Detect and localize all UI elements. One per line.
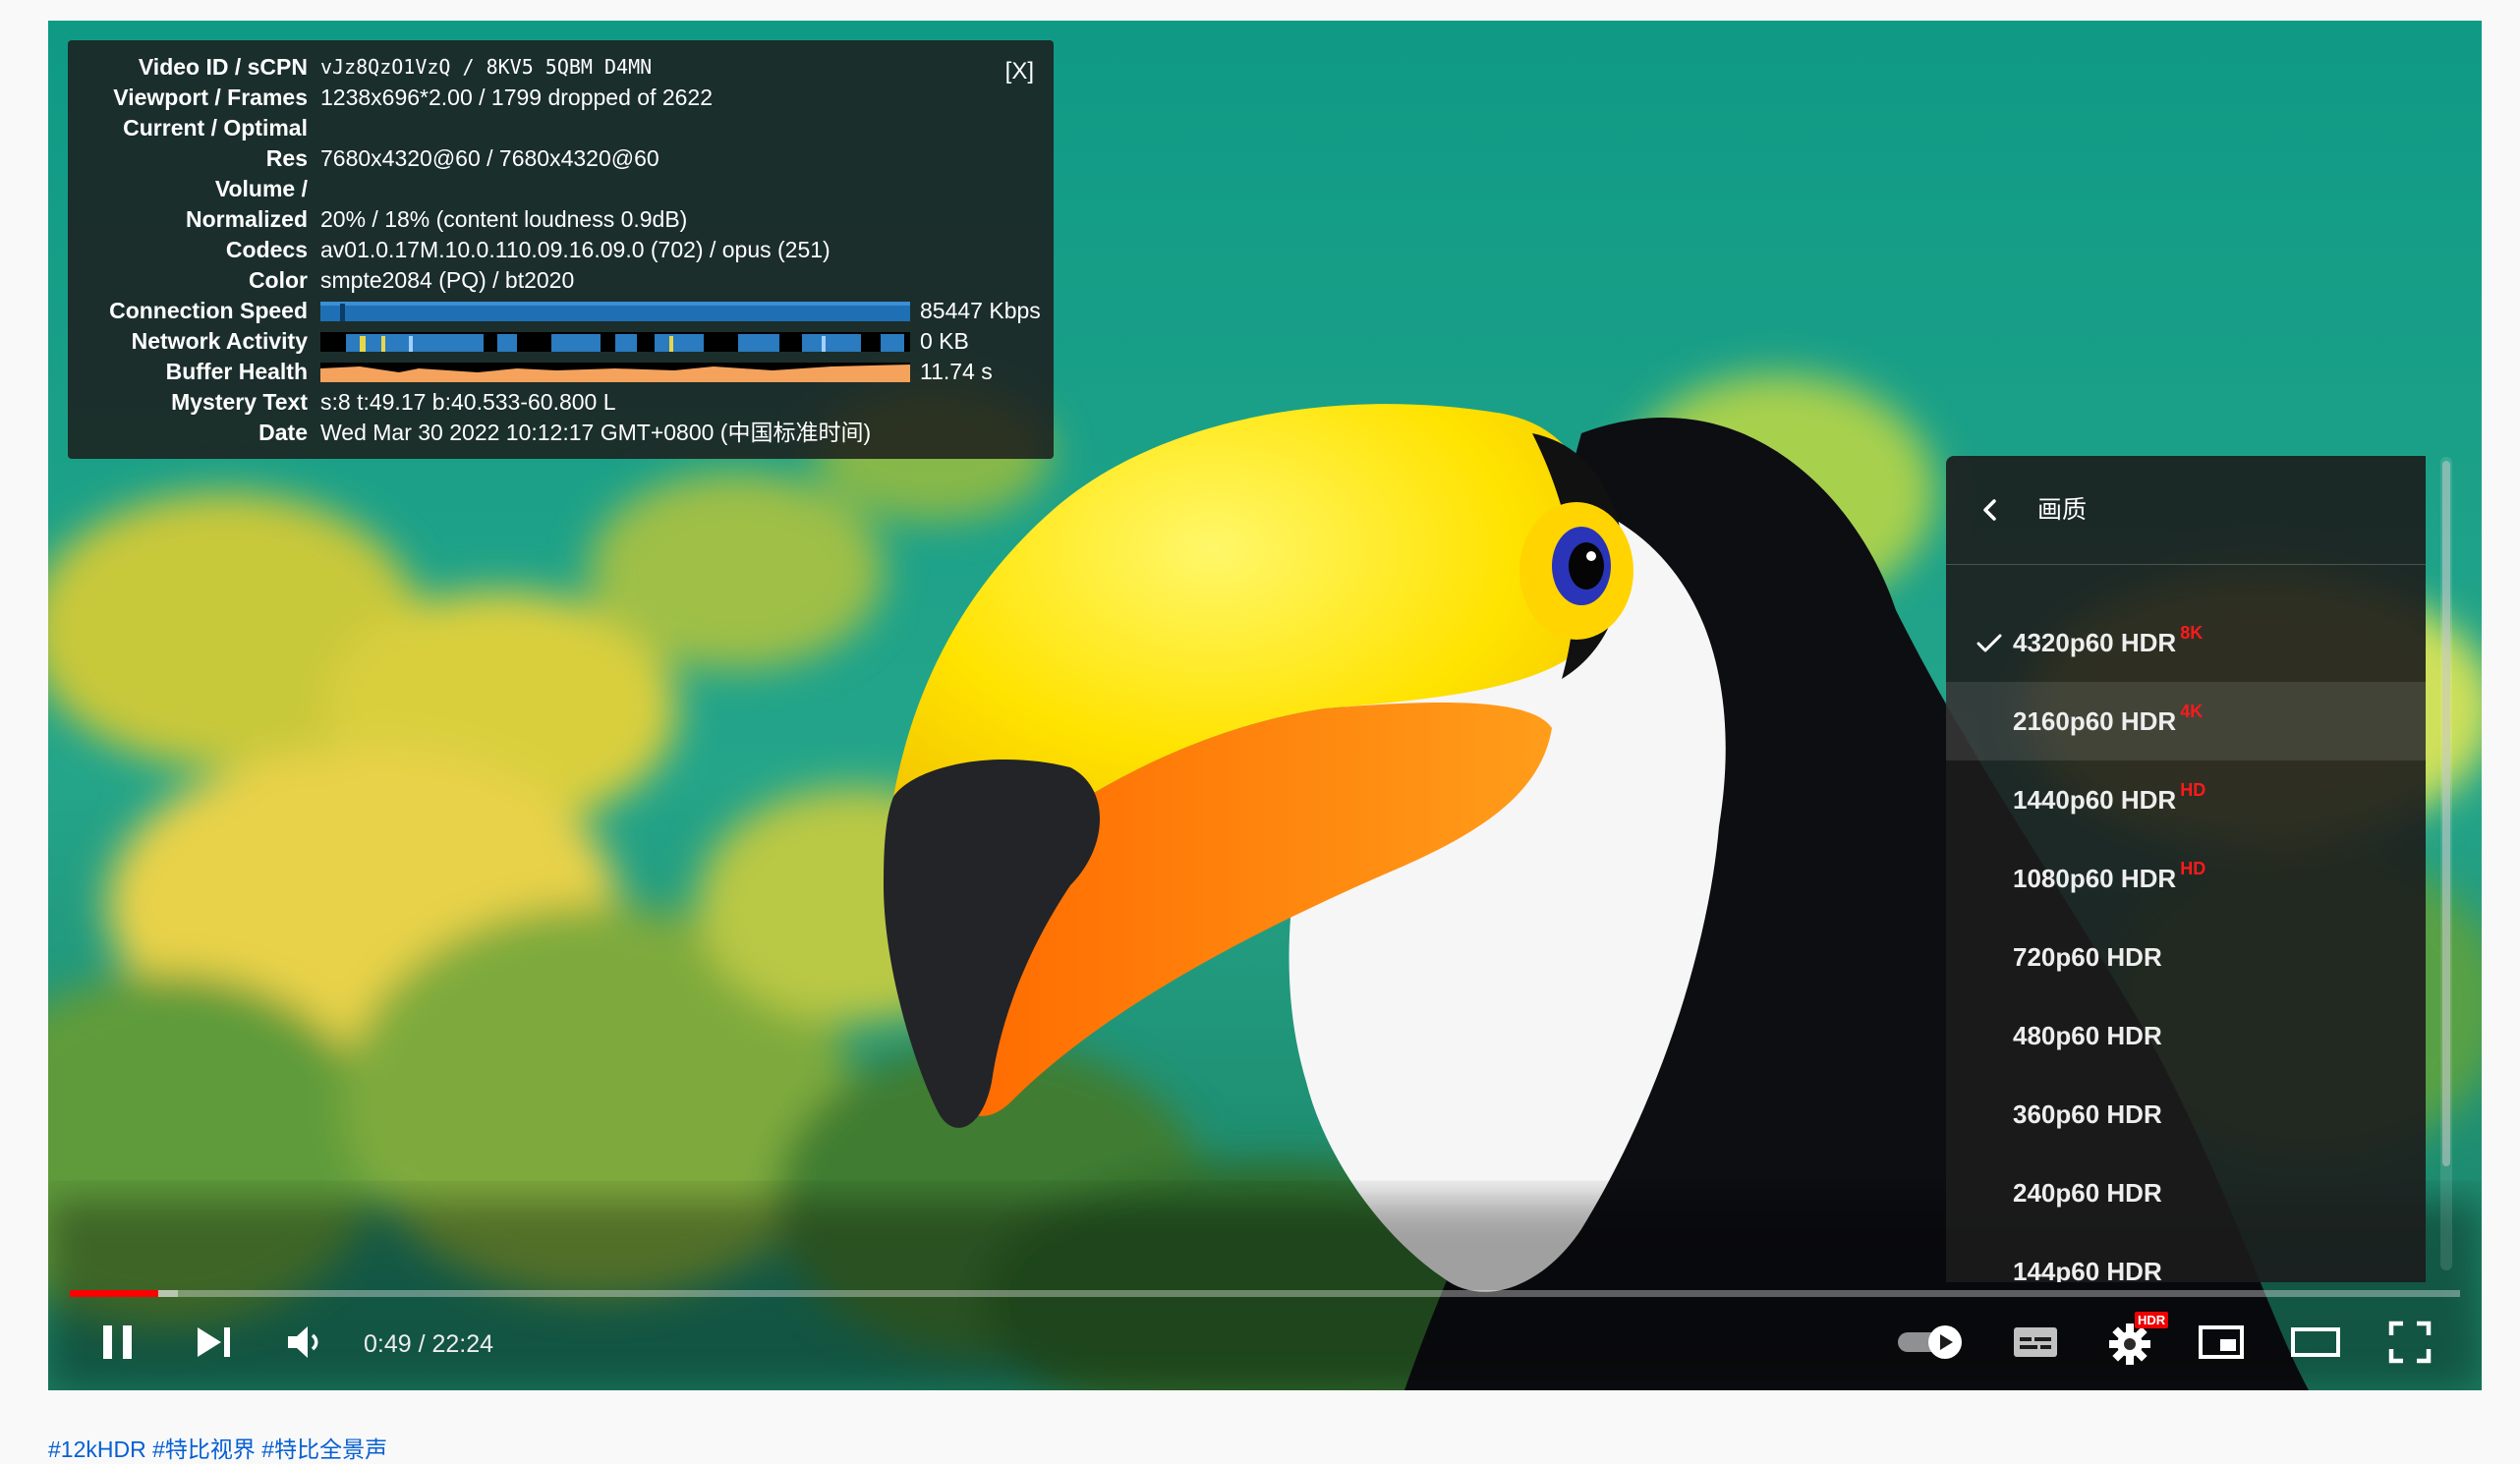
fullscreen-icon[interactable]	[2387, 1320, 2433, 1365]
stat-value: vJz8QzO1VzQ / 8KV5 5QBM D4MN	[320, 55, 653, 79]
stat-label: Codecs	[225, 237, 308, 262]
stat-label: Color	[248, 267, 308, 293]
volume-icon[interactable]	[284, 1322, 327, 1363]
quality-option-label: 240p60 HDR	[2013, 1178, 2162, 1208]
stat-label: Buffer Health	[165, 359, 308, 384]
resolution-badge: HD	[2180, 859, 2206, 878]
stat-label: Volume /	[214, 176, 308, 201]
quality-menu-scroll-thumb[interactable]	[2442, 461, 2450, 1166]
stat-label: Connection Speed	[109, 298, 308, 323]
time-display: 0:49 / 22:24	[364, 1330, 494, 1358]
network-activity-graph	[320, 332, 910, 352]
pause-icon[interactable]	[97, 1320, 139, 1365]
stat-label: Mystery Text	[171, 389, 308, 415]
stats-for-nerds-panel: [X] Video ID / sCPN vJz8QzO1VzQ / 8KV5 5…	[68, 40, 1054, 459]
stat-value: 0 KB	[920, 328, 969, 354]
stat-label: Video ID / sCPN	[138, 54, 308, 80]
hdr-badge: HDR	[2135, 1312, 2169, 1328]
next-icon[interactable]	[192, 1320, 235, 1365]
stat-label: Res	[265, 145, 308, 171]
stat-value: smpte2084 (PQ) / bt2020	[320, 267, 575, 293]
stat-value: 7680x4320@60 / 7680x4320@60	[320, 145, 659, 171]
quality-menu-header: 画质	[1946, 456, 2426, 565]
resolution-badge: HD	[2180, 780, 2206, 800]
stat-row-network-activity: Network Activity 0 KB	[68, 326, 1054, 357]
quality-option-label: 720p60 HDR	[2013, 942, 2162, 972]
subtitles-icon[interactable]	[2011, 1322, 2060, 1363]
resolution-badge: 8K	[2180, 623, 2204, 643]
stat-value: 11.74 s	[920, 359, 993, 384]
quality-option-1080p60[interactable]: 1080p60 HDR HD	[1946, 839, 2426, 918]
stat-value: Wed Mar 30 2022 10:12:17 GMT+0800 (中国标准时…	[320, 420, 872, 445]
theater-mode-icon[interactable]	[2289, 1322, 2342, 1363]
video-player[interactable]: [X] Video ID / sCPN vJz8QzO1VzQ / 8KV5 5…	[48, 21, 2482, 1390]
progress-played	[70, 1290, 158, 1297]
stat-value: 20% / 18% (content loudness 0.9dB)	[320, 206, 688, 232]
quality-option-240p60[interactable]: 240p60 HDR	[1946, 1154, 2426, 1232]
progress-bar[interactable]	[70, 1290, 2460, 1297]
back-chevron-icon[interactable]	[1974, 493, 2007, 527]
stat-value: 85447 Kbps	[920, 298, 1041, 323]
buffer-health-graph	[320, 363, 910, 382]
stat-row-connection-speed: Connection Speed 85447 Kbps	[68, 296, 1054, 326]
connection-speed-graph	[320, 302, 910, 321]
quality-option-label: 480p60 HDR	[2013, 1021, 2162, 1050]
quality-option-label: 360p60 HDR	[2013, 1099, 2162, 1129]
quality-menu: 画质 4320p60 HDR 8K 2160p60 HDR 4K 1440p60 H…	[1946, 456, 2426, 1282]
stat-value: av01.0.17M.10.0.110.09.16.09.0 (702) / o…	[320, 237, 830, 262]
quality-option-360p60[interactable]: 360p60 HDR	[1946, 1075, 2426, 1154]
stat-label: Date	[258, 420, 308, 445]
quality-option-1440p60[interactable]: 1440p60 HDR HD	[1946, 760, 2426, 839]
quality-option-label: 2160p60 HDR 4K	[2013, 702, 2204, 736]
quality-option-label: 1440p60 HDR HD	[2013, 780, 2206, 815]
quality-option-label: 144p60 HDR	[2013, 1257, 2162, 1282]
settings-button[interactable]: HDR	[2103, 1312, 2172, 1371]
stat-label: Current / Optimal	[123, 115, 308, 141]
miniplayer-icon[interactable]	[2197, 1322, 2246, 1363]
stat-label: Network Activity	[131, 328, 308, 354]
stat-label: Viewport / Frames	[113, 84, 308, 110]
resolution-badge: 4K	[2180, 702, 2204, 721]
quality-option-4320p60[interactable]: 4320p60 HDR 8K	[1946, 603, 2426, 682]
video-hashtags[interactable]: #12kHDR #特比视界 #特比全景声	[48, 1431, 387, 1464]
stat-value: 1238x696*2.00 / 1799 dropped of 2622	[320, 84, 714, 110]
quality-option-label: 4320p60 HDR 8K	[2013, 623, 2204, 657]
quality-option-480p60[interactable]: 480p60 HDR	[1946, 996, 2426, 1075]
stats-close-button[interactable]: [X]	[1005, 58, 1034, 85]
stat-label: Normalized	[186, 206, 308, 232]
stat-value: s:8 t:49.17 b:40.533-60.800 L	[320, 389, 616, 415]
quality-menu-title: 画质	[2037, 496, 2088, 524]
quality-option-144p60[interactable]: 144p60 HDR	[1946, 1232, 2426, 1282]
autoplay-toggle[interactable]	[1896, 1323, 1969, 1362]
quality-option-720p60[interactable]: 720p60 HDR	[1946, 918, 2426, 996]
quality-option-label: 1080p60 HDR HD	[2013, 859, 2206, 893]
checkmark-icon	[1976, 634, 2002, 652]
stat-row-buffer-health: Buffer Health 11.74 s	[68, 357, 1054, 387]
quality-option-2160p60[interactable]: 2160p60 HDR 4K	[1946, 682, 2426, 760]
